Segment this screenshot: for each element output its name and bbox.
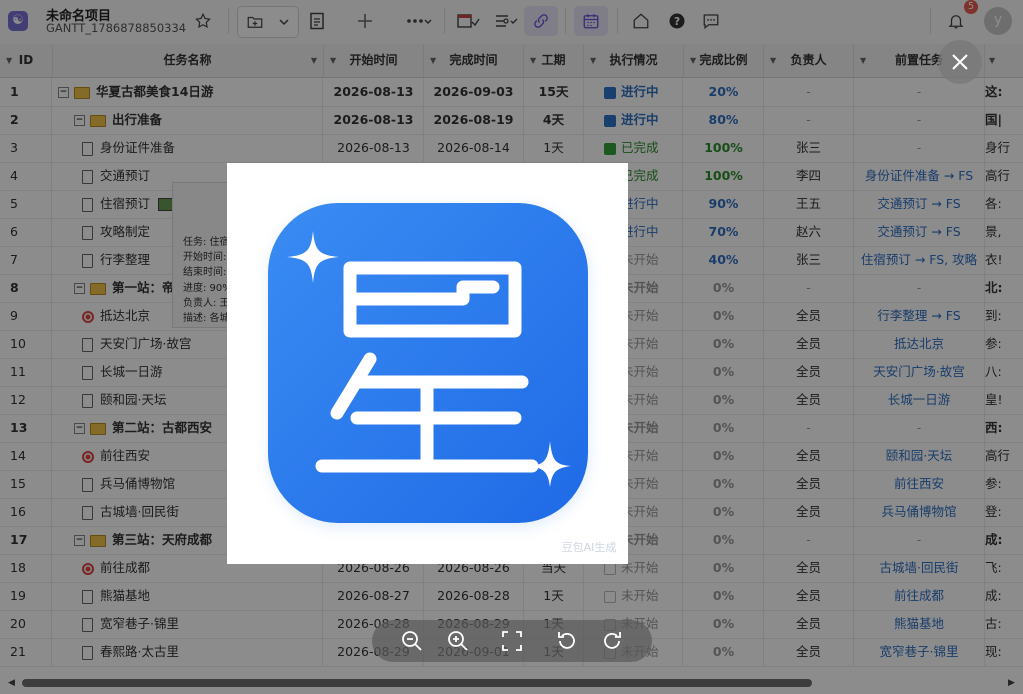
close-icon[interactable] — [938, 40, 982, 84]
star-app-icon: 豆包AI生成 — [268, 203, 617, 554]
rotate-right-icon[interactable] — [600, 629, 624, 653]
fit-screen-icon[interactable] — [500, 629, 524, 653]
watermark: 豆包AI生成 — [562, 540, 617, 554]
close-viewer-button[interactable] — [938, 40, 982, 84]
rotate-left-icon[interactable] — [555, 629, 579, 653]
image-preview: 豆包AI生成 — [227, 163, 628, 564]
image-toolbar — [372, 620, 652, 662]
zoom-out-icon[interactable] — [400, 629, 424, 653]
zoom-in-icon[interactable] — [446, 629, 470, 653]
